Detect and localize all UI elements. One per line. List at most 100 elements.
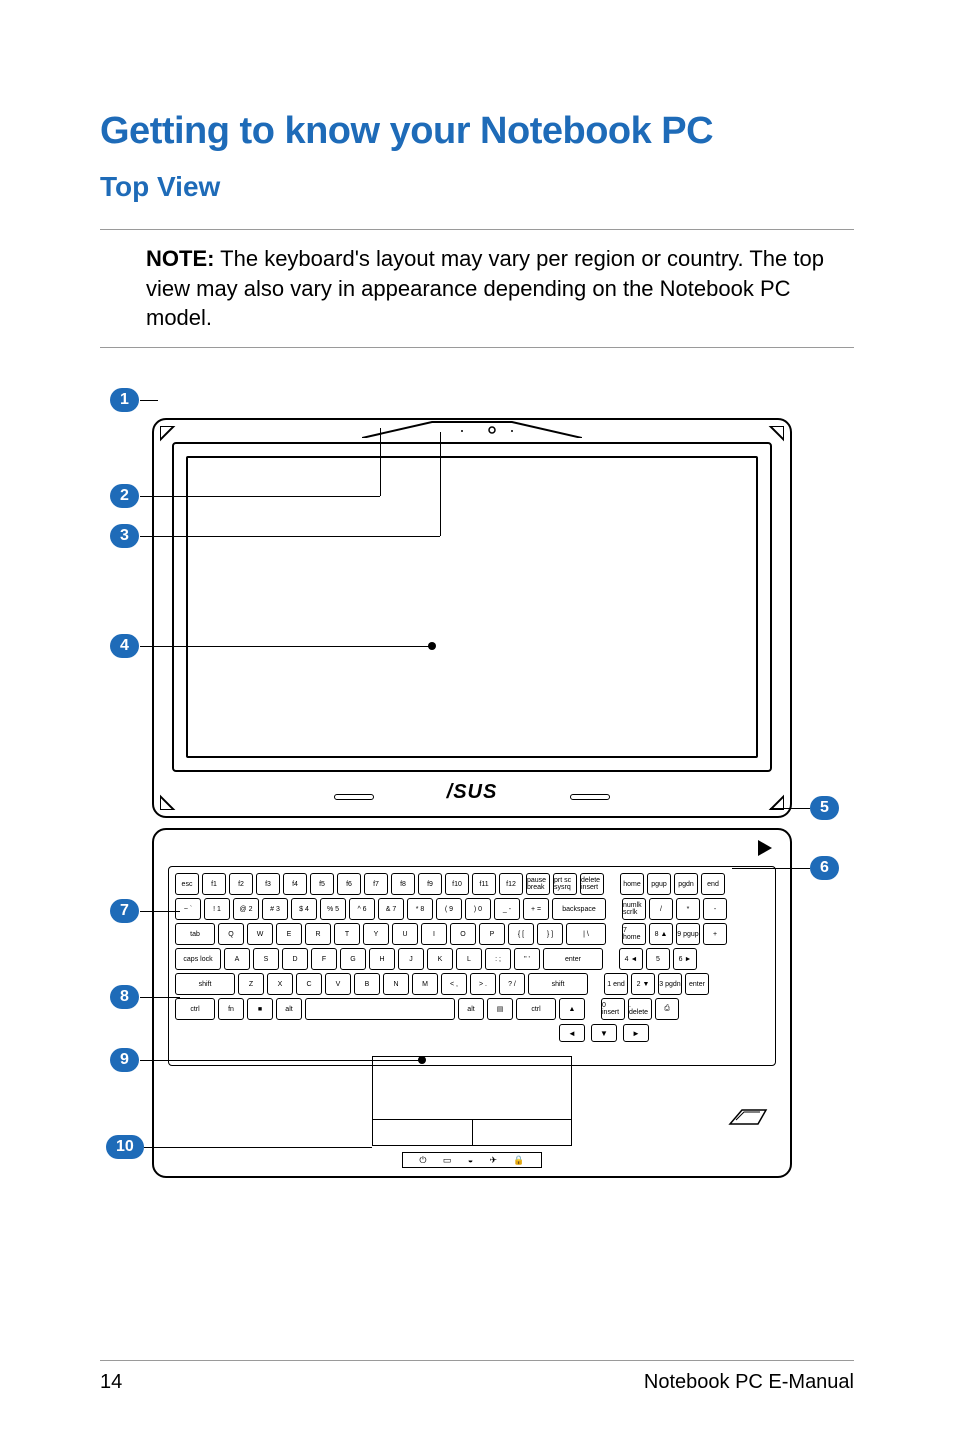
key-d: D — [282, 948, 308, 970]
key-5: % 5 — [320, 898, 346, 920]
key-z: Z — [238, 973, 264, 995]
key-f1: f1 — [202, 873, 226, 895]
key-f6: f6 — [337, 873, 361, 895]
key-equals: + = — [523, 898, 549, 920]
note-text: The keyboard's layout may vary per regio… — [146, 246, 824, 330]
key-f10: f10 — [445, 873, 469, 895]
power-button-icon — [758, 840, 772, 856]
key-home: home — [620, 873, 644, 895]
key-num5: 5 — [646, 948, 670, 970]
key-y: Y — [363, 923, 389, 945]
lid-notch — [362, 420, 582, 438]
hinge-right — [570, 794, 610, 800]
key-k: K — [427, 948, 453, 970]
note-box: NOTE: The keyboard's layout may vary per… — [100, 229, 854, 348]
callout-7: 7 — [110, 899, 139, 923]
key-c: C — [296, 973, 322, 995]
key-h: H — [369, 948, 395, 970]
key-num4: 4 ◄ — [619, 948, 643, 970]
indicator-lock-icon: 🔒 — [513, 1155, 524, 1166]
key-ralt: alt — [458, 998, 484, 1020]
key-j: J — [398, 948, 424, 970]
key-m: M — [412, 973, 438, 995]
key-s: S — [253, 948, 279, 970]
key-3: # 3 — [262, 898, 288, 920]
key-numdiv: / — [649, 898, 673, 920]
page-number: 14 — [100, 1371, 122, 1394]
key-quote: " ' — [514, 948, 540, 970]
key-up: ▲ — [559, 998, 585, 1020]
key-6: ^ 6 — [349, 898, 375, 920]
indicator-battery-icon: ▭ — [443, 1155, 452, 1166]
key-f9: f9 — [418, 873, 442, 895]
key-capslock: caps lock — [175, 948, 221, 970]
key-num9: 9 pgup — [676, 923, 700, 945]
key-left: ◄ — [559, 1024, 585, 1042]
key-tilde: ~ ` — [175, 898, 201, 920]
key-9: ( 9 — [436, 898, 462, 920]
key-f: F — [311, 948, 337, 970]
key-down: ▼ — [591, 1024, 617, 1042]
key-o: O — [450, 923, 476, 945]
callout-4: 4 — [110, 634, 139, 658]
callout-3: 3 — [110, 524, 139, 548]
key-numdot: . delete — [628, 998, 652, 1020]
laptop-lid: /SUS — [152, 418, 792, 818]
key-f2: f2 — [229, 873, 253, 895]
callout-6: 6 — [810, 856, 839, 880]
key-right: ► — [623, 1024, 649, 1042]
callout-1: 1 — [110, 388, 139, 412]
key-rshift: shift — [528, 973, 588, 995]
touchpad — [372, 1056, 572, 1146]
indicator-power-icon: ⏻ — [419, 1155, 426, 1166]
key-f4: f4 — [283, 873, 307, 895]
callout-10: 10 — [106, 1135, 144, 1159]
key-lctrl: ctrl — [175, 998, 215, 1020]
brand-logo: /SUS — [447, 781, 498, 804]
status-indicators: ⏻ ▭ ◒ ✈ 🔒 — [402, 1152, 542, 1168]
key-win: ■ — [247, 998, 273, 1020]
key-v: V — [325, 973, 351, 995]
corner-tr-icon — [768, 426, 784, 442]
key-num3: 3 pgdn — [658, 973, 682, 995]
key-slash: ? / — [499, 973, 525, 995]
key-backspace: backspace — [552, 898, 606, 920]
laptop-outline: /SUS esc f1 f2 f3 f4 f5 f6 f7 — [152, 418, 792, 1178]
key-rctrl: ctrl — [516, 998, 556, 1020]
key-delete: delete insert — [580, 873, 604, 895]
key-2: @ 2 — [233, 898, 259, 920]
callout-5: 5 — [810, 796, 839, 820]
key-numplus: + — [703, 923, 727, 945]
callout-8: 8 — [110, 985, 139, 1009]
key-num2: 2 ▼ — [631, 973, 655, 995]
key-num7: 7 home — [622, 923, 646, 945]
key-rbracket: } ] — [537, 923, 563, 945]
key-lalt: alt — [276, 998, 302, 1020]
key-lshift: shift — [175, 973, 235, 995]
indicator-airplane-icon: ✈ — [490, 1155, 498, 1166]
key-numenter: enter — [685, 973, 709, 995]
key-numsub: - — [703, 898, 727, 920]
key-space — [305, 998, 455, 1020]
section-heading: Top View — [100, 171, 854, 203]
key-num1: 1 end — [604, 973, 628, 995]
key-1: ! 1 — [204, 898, 230, 920]
touchpad-buttons — [373, 1119, 571, 1145]
key-f7: f7 — [364, 873, 388, 895]
key-comma: < , — [441, 973, 467, 995]
page-footer: 14 Notebook PC E-Manual — [100, 1360, 854, 1394]
key-enter: enter — [543, 948, 603, 970]
key-i: I — [421, 923, 447, 945]
corner-tl-icon — [160, 426, 176, 442]
key-fn: fn — [218, 998, 244, 1020]
key-n: N — [383, 973, 409, 995]
key-f5: f5 — [310, 873, 334, 895]
key-8: * 8 — [407, 898, 433, 920]
key-pause: pause break — [526, 873, 550, 895]
key-end: end — [701, 873, 725, 895]
key-e: E — [276, 923, 302, 945]
key-esc: esc — [175, 873, 199, 895]
key-x: X — [267, 973, 293, 995]
key-g: G — [340, 948, 366, 970]
display-panel — [186, 456, 758, 758]
